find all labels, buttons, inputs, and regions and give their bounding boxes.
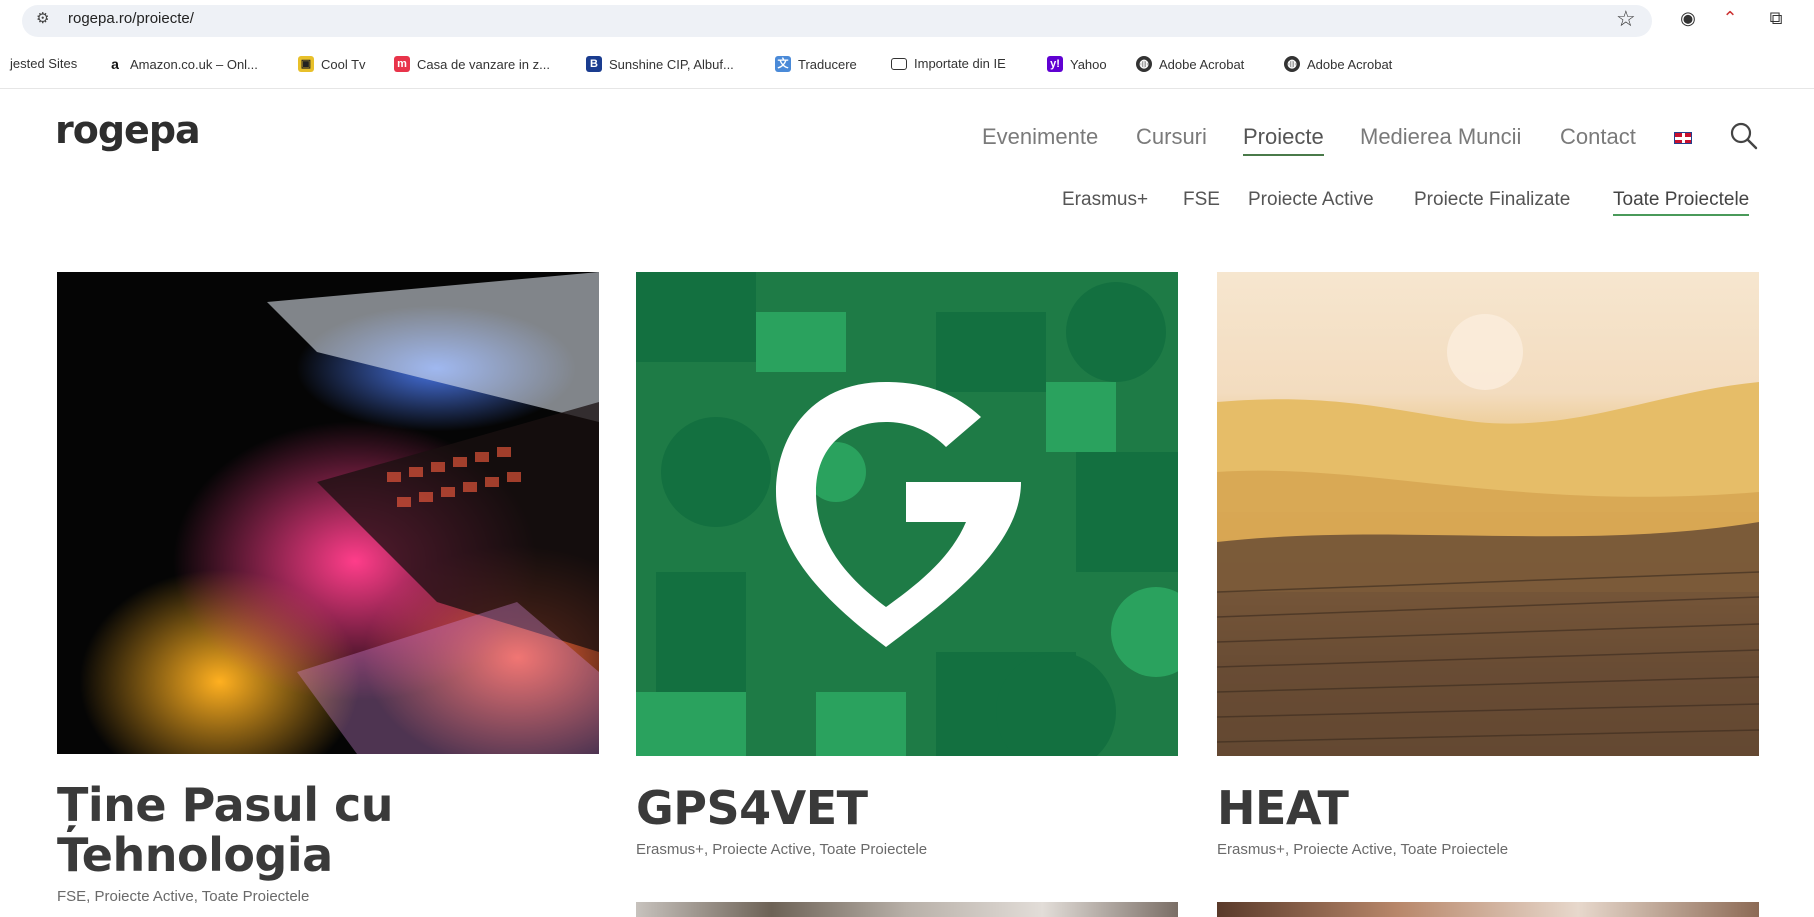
nav-medierea-muncii[interactable]: Medierea Muncii	[1360, 124, 1521, 150]
subnav-fse[interactable]: FSE	[1183, 189, 1220, 211]
laptop-keyboard-graphic	[267, 272, 599, 754]
address-bar[interactable]	[22, 5, 1652, 37]
desert-dunes-graphic	[1217, 314, 1759, 756]
nav-contact[interactable]: Contact	[1560, 124, 1636, 150]
bookmark-yahoo[interactable]: y! Yahoo	[1047, 56, 1107, 72]
url-text[interactable]: rogepa.ro/proiecte/	[68, 10, 194, 27]
globe-icon: ◍	[1136, 56, 1152, 72]
extension-icon[interactable]: ◉	[1677, 8, 1699, 30]
bookmark-adobe-2[interactable]: ◍ Adobe Acrobat	[1284, 56, 1392, 72]
gps4vet-pattern-graphic	[636, 272, 1178, 756]
subnav-erasmus[interactable]: Erasmus+	[1062, 189, 1148, 211]
bookmark-suggested-sites[interactable]: jested Sites	[10, 56, 77, 71]
yahoo-icon: y!	[1047, 56, 1063, 72]
card-tags[interactable]: Erasmus+, Proiecte Active, Toate Proiect…	[636, 841, 927, 858]
nav-proiecte[interactable]: Proiecte	[1243, 124, 1324, 156]
extensions-puzzle-icon[interactable]: ⧉	[1765, 8, 1787, 30]
nav-cursuri[interactable]: Cursuri	[1136, 124, 1207, 150]
amazon-icon: a	[107, 56, 123, 72]
bookmark-importate[interactable]: Importate din IE	[891, 56, 1006, 71]
next-card-image[interactable]	[636, 902, 1178, 917]
bookmark-adobe-1[interactable]: ◍ Adobe Acrobat	[1136, 56, 1244, 72]
search-icon[interactable]	[1730, 122, 1758, 150]
subnav-proiecte-active[interactable]: Proiecte Active	[1248, 189, 1374, 211]
browser-toolbar: ⚙ rogepa.ro/proiecte/ ☆ ◉ ⌃ ⧉	[0, 0, 1814, 40]
bookmark-amazon[interactable]: a Amazon.co.uk – Onl...	[107, 56, 258, 72]
card-image-gps4vet[interactable]	[636, 272, 1178, 756]
real-estate-icon: m	[394, 56, 410, 72]
tv-icon: ▣	[298, 56, 314, 72]
bookmark-star-icon[interactable]: ☆	[1616, 6, 1636, 32]
booking-icon: B	[586, 56, 602, 72]
card-title-tine-pasul[interactable]: Ține Pasul cu Tehnologia	[57, 780, 394, 880]
subnav-toate-proiectele[interactable]: Toate Proiectele	[1613, 189, 1750, 216]
card-image-heat-desert[interactable]	[1217, 272, 1759, 756]
card-title-gps4vet[interactable]: GPS4VET	[636, 783, 868, 833]
site-logo[interactable]: rogepa	[55, 108, 201, 152]
folder-icon	[891, 57, 907, 70]
site-settings-icon[interactable]: ⚙	[36, 9, 49, 27]
globe-icon: ◍	[1284, 56, 1300, 72]
card-image-laptop[interactable]	[57, 272, 599, 754]
translate-icon: 文	[775, 56, 791, 72]
card-tags[interactable]: FSE, Proiecte Active, Toate Proiectele	[57, 888, 309, 905]
bookmark-casa[interactable]: m Casa de vanzare in z...	[394, 56, 550, 72]
bookmark-traducere[interactable]: 文 Traducere	[775, 56, 857, 72]
bookmark-cool-tv[interactable]: ▣ Cool Tv	[298, 56, 366, 72]
subnav-proiecte-finalizate[interactable]: Proiecte Finalizate	[1414, 189, 1570, 211]
acrobat-extension-icon[interactable]: ⌃	[1719, 8, 1741, 30]
next-card-image[interactable]	[1217, 902, 1759, 917]
card-title-heat[interactable]: HEAT	[1217, 783, 1349, 833]
nav-evenimente[interactable]: Evenimente	[982, 124, 1098, 150]
divider	[0, 88, 1814, 89]
uk-flag-icon[interactable]	[1674, 132, 1692, 144]
bookmark-sunshine[interactable]: B Sunshine CIP, Albuf...	[586, 56, 734, 72]
card-tags[interactable]: Erasmus+, Proiecte Active, Toate Proiect…	[1217, 841, 1508, 858]
